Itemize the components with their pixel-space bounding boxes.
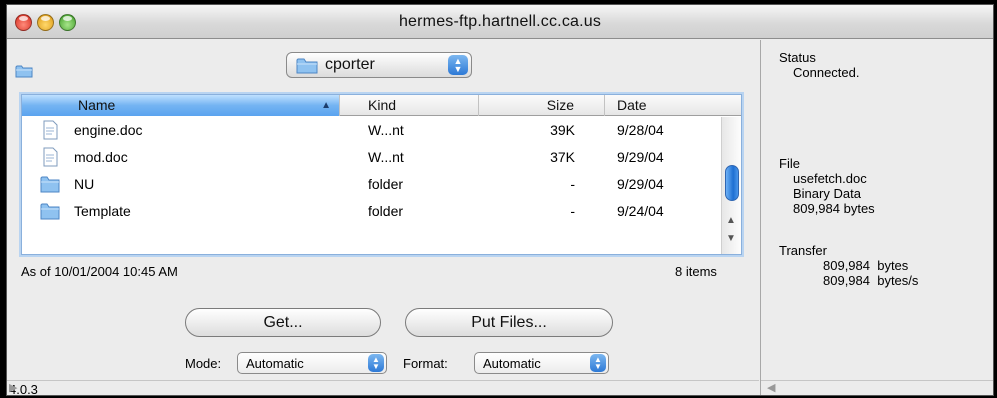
file-name: engine.doc	[74, 122, 143, 138]
list-header: Name ▲ Kind Size Date	[22, 95, 741, 116]
file-date: 9/29/04	[617, 176, 664, 192]
file-name-value: usefetch.doc	[793, 171, 867, 186]
file-kind: W...nt	[368, 149, 404, 165]
status-heading: Status	[779, 50, 816, 65]
status-section: Status Connected.	[779, 50, 860, 80]
browser-pane: cporter ▲ ▼ Name ▲ Kind Size Date engine.…	[7, 40, 759, 395]
file-date: 9/24/04	[617, 203, 664, 219]
file-kind: folder	[368, 203, 404, 219]
file-date: 9/28/04	[617, 122, 664, 138]
mode-label: Mode:	[185, 356, 222, 371]
format-label: Format:	[403, 356, 448, 371]
list-item[interactable]: NU folder - 9/29/04	[22, 171, 719, 198]
list-item[interactable]: Template folder - 9/24/04	[22, 198, 719, 225]
listing-timestamp: As of 10/01/2004 10:45 AM	[21, 264, 178, 279]
file-list: Name ▲ Kind Size Date engine.doc W...nt …	[21, 94, 742, 255]
put-files-button[interactable]: Put Files...	[405, 308, 613, 337]
folder-icon[interactable]	[15, 64, 33, 78]
column-header-size[interactable]: Size	[479, 95, 605, 116]
document-icon	[43, 120, 58, 140]
file-kind: W...nt	[368, 122, 404, 138]
column-header-name-label: Name	[78, 97, 116, 113]
file-size: 39K	[550, 122, 575, 138]
item-count: 8 items	[675, 264, 717, 279]
column-header-date[interactable]: Date	[605, 95, 721, 116]
file-size: -	[570, 176, 575, 192]
transfer-heading: Transfer	[779, 243, 827, 258]
mode-value: Automatic	[246, 356, 304, 371]
transfer-bytes-value: 809,984 bytes	[823, 258, 909, 273]
file-kind: folder	[368, 176, 404, 192]
popup-arrows-icon: ▲ ▼	[590, 354, 606, 372]
vertical-scrollbar[interactable]: ▲ ▼	[721, 117, 741, 254]
column-header-name[interactable]: Name ▲	[22, 95, 340, 116]
status-value: Connected.	[793, 65, 860, 80]
column-header-kind[interactable]: Kind	[340, 95, 479, 116]
title-bar[interactable]: hermes-ftp.hartnell.cc.ca.us	[7, 5, 993, 39]
folder-icon	[296, 58, 318, 74]
file-date: 9/29/04	[617, 149, 664, 165]
scroll-up-icon[interactable]: ▲	[726, 215, 736, 226]
popup-arrows-icon: ▲ ▼	[368, 354, 384, 372]
panel-toggle-right-icon[interactable]: ▶	[9, 381, 751, 394]
scroll-down-icon[interactable]: ▼	[726, 233, 736, 244]
file-size: 37K	[550, 149, 575, 165]
transfer-info-panel: Status Connected. File usefetch.doc Bina…	[760, 40, 993, 395]
folder-icon	[40, 203, 60, 220]
folder-icon	[40, 176, 60, 193]
file-name: NU	[74, 176, 95, 192]
file-type-value: Binary Data	[793, 186, 861, 201]
file-heading: File	[779, 156, 800, 171]
transfer-section: Transfer 809,984 bytes 809,984 bytes/s	[779, 243, 918, 288]
list-item[interactable]: engine.doc W...nt 39K 9/28/04	[22, 117, 719, 144]
file-section: File usefetch.doc Binary Data 809,984 by…	[779, 156, 875, 216]
file-name: Template	[74, 203, 131, 219]
file-name: mod.doc	[74, 149, 128, 165]
format-value: Automatic	[483, 356, 541, 371]
document-icon	[43, 147, 58, 167]
location-label: cporter	[325, 56, 375, 73]
sort-ascending-icon: ▲	[321, 100, 331, 111]
transfer-rate-value: 809,984 bytes/s	[823, 273, 919, 288]
scrollbar-thumb[interactable]	[725, 165, 739, 201]
location-popup[interactable]: cporter ▲ ▼	[286, 52, 472, 78]
mode-select[interactable]: Automatic ▲ ▼	[237, 352, 387, 374]
file-size: -	[570, 203, 575, 219]
panel-toggle-left-icon[interactable]: ◀	[767, 381, 775, 394]
list-item[interactable]: mod.doc W...nt 37K 9/29/04	[22, 144, 719, 171]
window-title: hermes-ftp.hartnell.cc.ca.us	[398, 13, 602, 30]
get-button[interactable]: Get...	[185, 308, 381, 337]
format-select[interactable]: Automatic ▲ ▼	[474, 352, 609, 374]
ftp-window: hermes-ftp.hartnell.cc.ca.us cporter ▲ ▼ …	[6, 4, 994, 396]
status-bar: 4.0.3 ▶	[7, 380, 759, 395]
file-size-value: 809,984 bytes	[793, 201, 875, 216]
popup-arrows-icon: ▲ ▼	[448, 55, 468, 75]
panel-bottom-bar: ◀	[761, 380, 993, 395]
